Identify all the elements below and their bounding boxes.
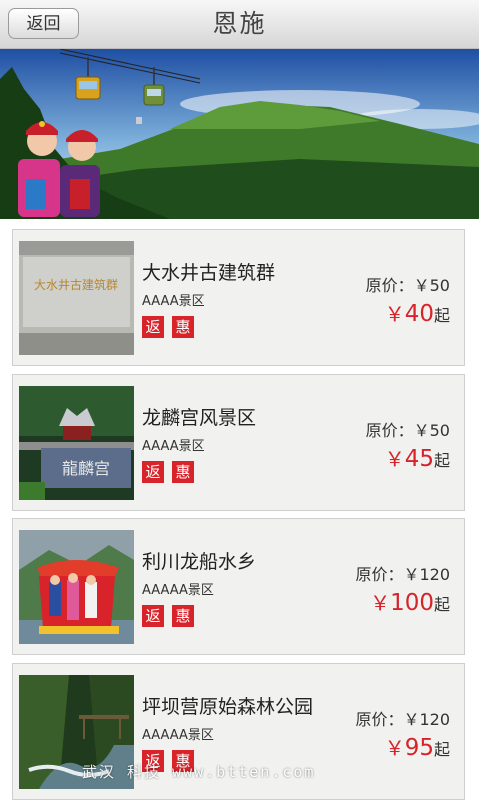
top-bar: 恩施 返回 [0, 0, 479, 49]
spot-grade: AAAA景区 [142, 294, 205, 309]
original-price-label: 原价： [365, 276, 414, 295]
price-suffix: 起 [433, 451, 450, 470]
original-price-value: ￥120 [403, 565, 450, 584]
spot-grade: AAAAA景区 [142, 728, 214, 743]
hero-banner [0, 49, 479, 219]
original-price: 原价：￥120 [355, 706, 450, 730]
spot-name: 大水井古建筑群 [142, 262, 276, 284]
price-suffix: 起 [433, 306, 450, 325]
original-price: 原价：￥120 [355, 561, 450, 585]
currency-symbol: ￥ [384, 447, 405, 471]
original-price-value: ￥120 [403, 710, 450, 729]
spot-grade: AAAAA景区 [142, 583, 214, 598]
sale-price: ￥95起 [385, 732, 450, 761]
currency-symbol: ￥ [370, 591, 391, 615]
original-price-label: 原价： [365, 421, 414, 440]
sale-price-value: 100 [390, 590, 434, 616]
sale-price: ￥45起 [385, 443, 450, 472]
spot-thumbnail: 大水井古建筑群 [19, 241, 134, 355]
spot-name: 龙麟宫风景区 [142, 407, 257, 429]
discount-badge: 惠 [172, 316, 194, 338]
original-price-value: ￥50 [413, 276, 450, 295]
discount-badge: 惠 [172, 461, 194, 483]
spot-name: 坪坝营原始森林公园 [142, 696, 314, 718]
sale-price-value: 45 [404, 446, 434, 472]
price-suffix: 起 [433, 740, 450, 759]
original-price: 原价：￥50 [366, 272, 450, 296]
rebate-badge: 返 [142, 316, 164, 338]
sale-price: ￥100起 [370, 587, 450, 616]
original-price-label: 原价： [355, 710, 404, 729]
sale-price: ￥40起 [385, 298, 450, 327]
rebate-badge: 返 [142, 461, 164, 483]
currency-symbol: ￥ [384, 302, 405, 326]
original-price: 原价：￥50 [366, 417, 450, 441]
currency-symbol: ￥ [384, 736, 405, 760]
spot-name: 利川龙船水乡 [142, 551, 257, 573]
spot-grade: AAAA景区 [142, 439, 205, 454]
spot-thumbnail: 龍麟宫 [19, 386, 134, 500]
watermark: 武汉 科技 www.btten.com [82, 763, 316, 781]
sale-price-value: 40 [404, 301, 434, 327]
spot-card[interactable]: 龍麟宫 龙麟宫风景区 AAAA景区 返 惠 原价：￥50 ￥45起 [12, 374, 465, 511]
original-price-value: ￥50 [413, 421, 450, 440]
discount-badge: 惠 [172, 605, 194, 627]
spot-card[interactable]: 利川龙船水乡 AAAAA景区 返 惠 原价：￥120 ￥100起 [12, 518, 465, 655]
sale-price-value: 95 [404, 735, 434, 761]
thumb-inscription: 龍麟宫 [62, 459, 110, 478]
rebate-badge: 返 [142, 605, 164, 627]
price-suffix: 起 [433, 595, 450, 614]
thumb-inscription: 大水井古建筑群 [34, 277, 118, 292]
spot-card[interactable]: 大水井古建筑群 大水井古建筑群 AAAA景区 返 惠 原价：￥50 ￥40起 [12, 229, 465, 366]
back-button[interactable]: 返回 [8, 8, 79, 39]
spot-thumbnail [19, 530, 134, 644]
original-price-label: 原价： [355, 565, 404, 584]
